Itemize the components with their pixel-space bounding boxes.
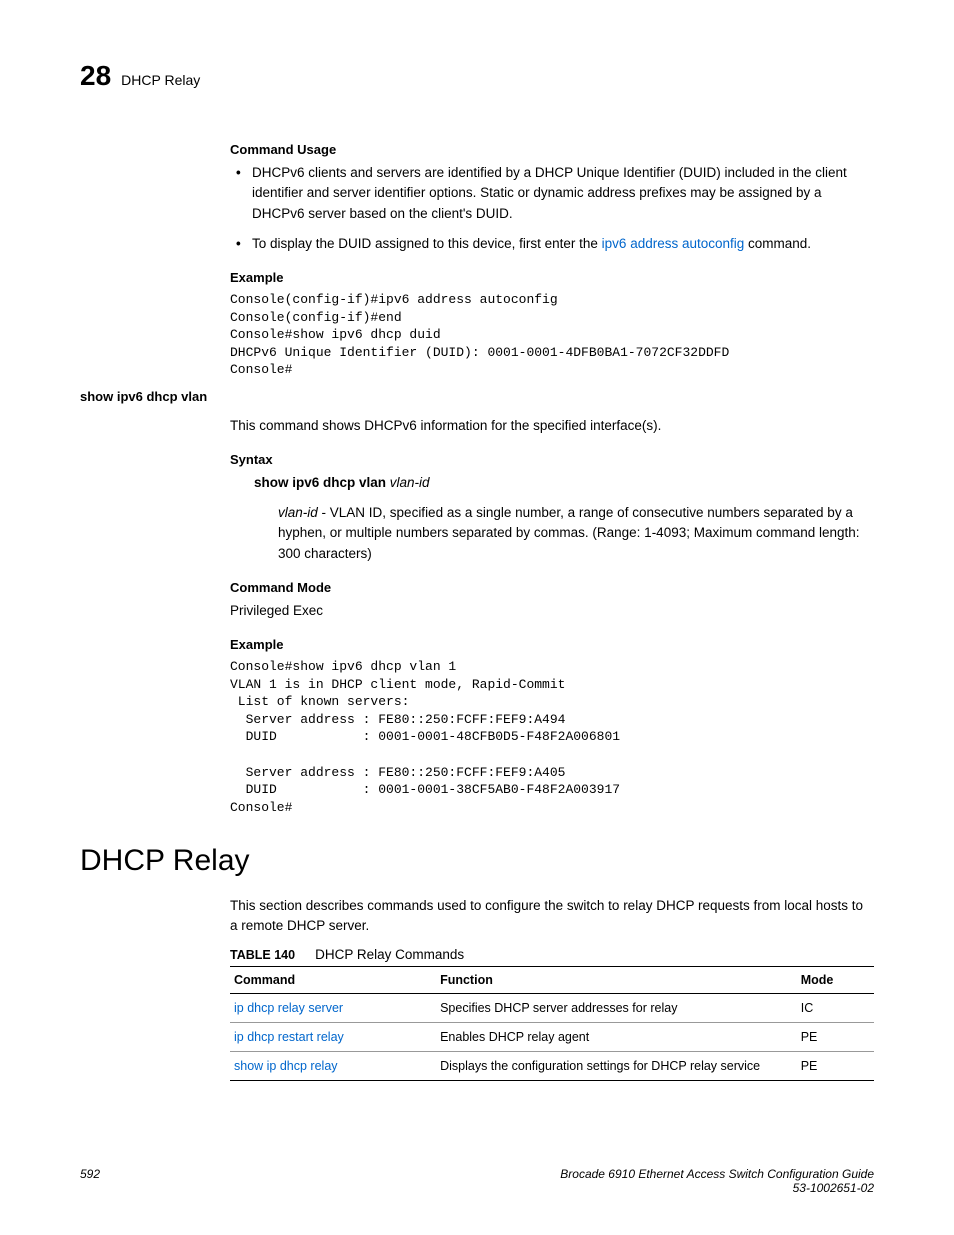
example-heading-2: Example xyxy=(230,637,874,652)
commands-table: Command Function Mode ip dhcp relay serv… xyxy=(230,966,874,1081)
param-name: vlan-id xyxy=(278,505,318,520)
cmd-function: Enables DHCP relay agent xyxy=(436,1022,797,1051)
page-footer: 592 Brocade 6910 Ethernet Access Switch … xyxy=(80,1167,874,1195)
command-mode-heading: Command Mode xyxy=(230,580,874,595)
command-usage-list: DHCPv6 clients and servers are identifie… xyxy=(230,163,874,254)
page-number: 592 xyxy=(80,1167,100,1181)
chapter-title: DHCP Relay xyxy=(121,72,200,88)
syntax-param: vlan-id xyxy=(390,475,430,490)
command-name-heading: show ipv6 dhcp vlan xyxy=(80,389,874,404)
cmd-link[interactable]: ip dhcp restart relay xyxy=(234,1030,344,1044)
table-caption: DHCP Relay Commands xyxy=(315,947,464,962)
param-text: - VLAN ID, specified as a single number,… xyxy=(278,505,860,561)
bullet-suffix: command. xyxy=(744,236,811,251)
command-usage-heading: Command Usage xyxy=(230,142,874,157)
table-label: TABLE 140 DHCP Relay Commands xyxy=(230,947,874,962)
doc-title: Brocade 6910 Ethernet Access Switch Conf… xyxy=(560,1167,874,1181)
table-header-row: Command Function Mode xyxy=(230,966,874,993)
command-description: This command shows DHCPv6 information fo… xyxy=(230,416,874,436)
example-code-block-2: Console#show ipv6 dhcp vlan 1 VLAN 1 is … xyxy=(230,658,874,816)
cmd-function: Specifies DHCP server addresses for rela… xyxy=(436,993,797,1022)
cmd-link[interactable]: ip dhcp relay server xyxy=(234,1001,343,1015)
command-mode-value: Privileged Exec xyxy=(230,601,874,621)
table-row: show ip dhcp relay Displays the configur… xyxy=(230,1051,874,1080)
example-code-block: Console(config-if)#ipv6 address autoconf… xyxy=(230,291,874,379)
cmd-mode: PE xyxy=(797,1022,874,1051)
col-mode: Mode xyxy=(797,966,874,993)
table-number: TABLE 140 xyxy=(230,948,295,962)
syntax-command: show ipv6 dhcp vlan xyxy=(254,475,386,490)
footer-right: Brocade 6910 Ethernet Access Switch Conf… xyxy=(560,1167,874,1195)
main-content: Command Usage DHCPv6 clients and servers… xyxy=(230,142,874,1081)
doc-number: 53-1002651-02 xyxy=(560,1181,874,1195)
param-description: vlan-id - VLAN ID, specified as a single… xyxy=(278,503,874,564)
page-header: 28 DHCP Relay xyxy=(80,60,874,92)
table-row: ip dhcp relay server Specifies DHCP serv… xyxy=(230,993,874,1022)
col-command: Command xyxy=(230,966,436,993)
bullet-prefix: To display the DUID assigned to this dev… xyxy=(252,236,602,251)
chapter-number: 28 xyxy=(80,60,111,92)
list-item: To display the DUID assigned to this dev… xyxy=(230,234,874,254)
list-item: DHCPv6 clients and servers are identifie… xyxy=(230,163,874,224)
cmd-mode: IC xyxy=(797,993,874,1022)
bullet-text: DHCPv6 clients and servers are identifie… xyxy=(252,165,847,221)
section-intro: This section describes commands used to … xyxy=(230,896,874,937)
cmd-function: Displays the configuration settings for … xyxy=(436,1051,797,1080)
ipv6-autoconfig-link[interactable]: ipv6 address autoconfig xyxy=(602,236,745,251)
syntax-line: show ipv6 dhcp vlan vlan-id xyxy=(254,473,874,493)
cmd-mode: PE xyxy=(797,1051,874,1080)
cmd-link[interactable]: show ip dhcp relay xyxy=(234,1059,338,1073)
example-heading: Example xyxy=(230,270,874,285)
syntax-heading: Syntax xyxy=(230,452,874,467)
col-function: Function xyxy=(436,966,797,993)
table-row: ip dhcp restart relay Enables DHCP relay… xyxy=(230,1022,874,1051)
section-heading: DHCP Relay xyxy=(80,844,874,878)
